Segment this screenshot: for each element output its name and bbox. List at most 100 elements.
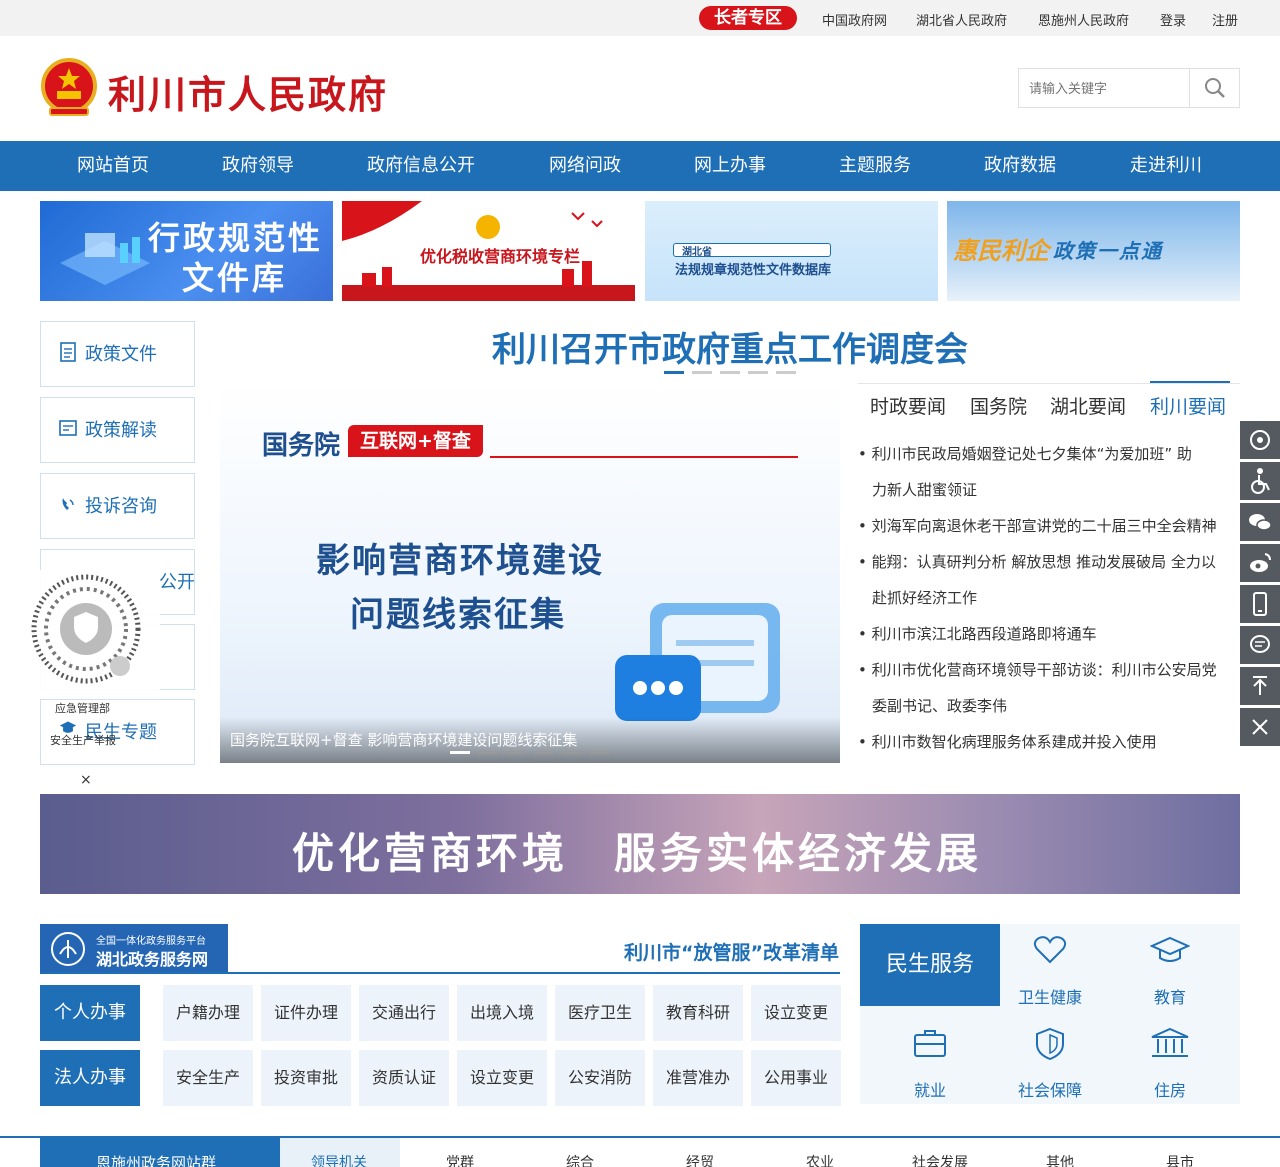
nav-online-inquiry[interactable]: 网络问政 (549, 141, 621, 191)
arrow-up-icon (1253, 676, 1267, 695)
news-item-cont[interactable]: 委副书记、政委李伟 (872, 695, 1007, 716)
float-mobile-button[interactable] (1240, 585, 1280, 623)
ms-housing[interactable]: 住房 (1120, 1027, 1220, 1100)
headline-dot[interactable] (748, 371, 768, 374)
bottom-tab-counties[interactable]: 县市 (1166, 1152, 1194, 1167)
service-item[interactable]: 交通出行 (359, 985, 449, 1041)
carousel-dot[interactable] (506, 751, 526, 754)
headline-news[interactable]: 利川召开市政府重点工作调度会 (220, 322, 1240, 371)
float-voice-button[interactable] (1240, 421, 1280, 459)
news-item-text: 利川市数智化病理服务体系建成并投入使用 (871, 733, 1157, 751)
hubei-service-logo[interactable]: 全国一体化政务服务平台 湖北政务服务网 (40, 924, 228, 974)
service-item[interactable]: 公安消防 (555, 1050, 645, 1106)
bottom-tab-leadership[interactable]: 领导机关 (311, 1152, 367, 1167)
sidebar-complaint[interactable]: 投诉咨询 (40, 473, 195, 539)
carousel-dot-active[interactable] (450, 751, 470, 754)
weibo-icon (1250, 553, 1271, 572)
nav-about-lichuan[interactable]: 走进利川 (1130, 141, 1202, 191)
service-item[interactable]: 出境入境 (457, 985, 547, 1041)
corporate-affairs-button[interactable]: 法人办事 (40, 1050, 140, 1106)
service-item[interactable]: 医疗卫生 (555, 985, 645, 1041)
bottom-tab-other[interactable]: 其他 (1046, 1152, 1074, 1167)
float-top-button[interactable] (1240, 667, 1280, 705)
nav-home[interactable]: 网站首页 (77, 141, 149, 191)
bottom-tab-trade[interactable]: 经贸 (686, 1152, 714, 1167)
float-weibo-button[interactable] (1240, 544, 1280, 582)
ms-education[interactable]: 教育 (1120, 934, 1220, 1007)
float-wechat-button[interactable] (1240, 503, 1280, 541)
banner-law-database[interactable]: 湖北省 法规规章规范性文件数据库 (645, 201, 938, 301)
service-item[interactable]: 设立变更 (751, 985, 841, 1041)
service-item[interactable]: 投资审批 (261, 1050, 351, 1106)
tab-hubei-news[interactable]: 湖北要闻 (1050, 392, 1126, 419)
personal-affairs-button[interactable]: 个人办事 (40, 985, 140, 1041)
news-item[interactable]: • 利川市数智化病理服务体系建成并投入使用 (858, 731, 1157, 752)
carousel-dot[interactable] (534, 751, 554, 754)
national-emblem-icon (41, 58, 97, 116)
bottom-tab-party[interactable]: 党群 (446, 1152, 474, 1167)
search-input[interactable] (1019, 69, 1189, 107)
register-link[interactable]: 注册 (1212, 10, 1238, 29)
float-close-button[interactable] (1240, 708, 1280, 746)
link-hubei-gov[interactable]: 湖北省人民政府 (916, 10, 1007, 29)
news-item-cont[interactable]: 力新人甜蜜领证 (872, 479, 977, 500)
carousel-dot[interactable] (562, 751, 582, 754)
bottom-tab-social[interactable]: 社会发展 (912, 1152, 968, 1167)
link-enshi-gov[interactable]: 恩施州人民政府 (1038, 10, 1129, 29)
nav-info-disclosure[interactable]: 政府信息公开 (367, 141, 475, 191)
float-accessibility-button[interactable] (1240, 462, 1280, 500)
site-group-bar: 恩施州政务网站群 领导机关 党群 综合 经贸 农业 社会发展 其他 县市 (0, 1136, 1280, 1167)
tab-state-council[interactable]: 国务院 (970, 392, 1027, 419)
carousel-dot[interactable] (478, 751, 498, 754)
headline-dot[interactable] (692, 371, 712, 374)
business-environment-banner[interactable]: 优化营商环境 服务实体经济发展 (40, 794, 1240, 894)
service-item[interactable]: 安全生产 (163, 1050, 253, 1106)
ms-employment[interactable]: 就业 (880, 1027, 980, 1100)
reform-list-link[interactable]: 利川市“放管服”改革清单 (624, 938, 839, 965)
sidebar-policy-interpret[interactable]: 政策解读 (40, 397, 195, 463)
banner-policy-point[interactable]: 惠民利企 政策一点通 (947, 201, 1240, 301)
service-item[interactable]: 证件办理 (261, 985, 351, 1041)
search-button[interactable] (1189, 69, 1239, 107)
livelihood-service-title: 民生服务 (860, 924, 1000, 1006)
news-item[interactable]: • 利川市民政局婚姻登记处七夕集体“为爱加班” 助 (858, 443, 1192, 464)
qr-float[interactable] (10, 570, 160, 690)
sidebar-policy-files[interactable]: 政策文件 (40, 321, 195, 387)
service-item[interactable]: 教育科研 (653, 985, 743, 1041)
service-item[interactable]: 设立变更 (457, 1050, 547, 1106)
ms-health[interactable]: 卫生健康 (1000, 934, 1100, 1007)
nav-leaders[interactable]: 政府领导 (222, 141, 294, 191)
carousel-line2: 问题线索征集 (350, 595, 566, 635)
login-link[interactable]: 登录 (1160, 10, 1186, 29)
qr-close-button[interactable]: × (80, 772, 92, 788)
nav-online-service[interactable]: 网上办事 (694, 141, 766, 191)
float-message-button[interactable] (1240, 626, 1280, 664)
headline-dot-active[interactable] (664, 371, 684, 374)
service-item[interactable]: 户籍办理 (163, 985, 253, 1041)
elder-zone-button[interactable]: 长者专区 (699, 6, 797, 30)
bottom-tab-agriculture[interactable]: 农业 (806, 1152, 834, 1167)
nav-gov-data[interactable]: 政府数据 (984, 141, 1056, 191)
tab-lichuan-news[interactable]: 利川要闻 (1150, 392, 1226, 419)
service-item[interactable]: 公用事业 (751, 1050, 841, 1106)
tab-political-news[interactable]: 时政要闻 (870, 392, 946, 419)
bottom-tab-general[interactable]: 综合 (566, 1152, 594, 1167)
ms-social-security[interactable]: 社会保障 (1000, 1027, 1100, 1100)
news-item[interactable]: • 刘海军向离退休老干部宣讲党的二十届三中全会精神 (858, 515, 1217, 536)
news-carousel[interactable]: 国务院 互联网+督查 影响营商环境建设 问题线索征集 国务院互联网+督查 影响营… (220, 383, 840, 763)
link-gov-cn[interactable]: 中国政府网 (822, 10, 887, 29)
carousel-dot[interactable] (590, 751, 610, 754)
banner-regulation-library[interactable]: 行政规范性 文件库 (40, 201, 333, 301)
qr-label-1: 应急管理部 (55, 702, 110, 715)
news-item[interactable]: • 能翔：认真研判分析 解放思想 推动发展破局 全力以 (858, 551, 1216, 572)
headline-dot[interactable] (720, 371, 740, 374)
news-item-cont[interactable]: 赴抓好经济工作 (872, 587, 977, 608)
banner-tax-business[interactable]: 优化税收营商环境专栏 (342, 201, 635, 301)
news-item[interactable]: • 利川市优化营商环境领导干部访谈：利川市公安局党 (858, 659, 1217, 680)
headline-dot[interactable] (776, 371, 796, 374)
carousel-tag: 互联网+督查 (348, 425, 483, 457)
service-item[interactable]: 资质认证 (359, 1050, 449, 1106)
nav-topic-service[interactable]: 主题服务 (839, 141, 911, 191)
service-item[interactable]: 准营准办 (653, 1050, 743, 1106)
news-item[interactable]: • 利川市滨江北路西段道路即将通车 (858, 623, 1097, 644)
